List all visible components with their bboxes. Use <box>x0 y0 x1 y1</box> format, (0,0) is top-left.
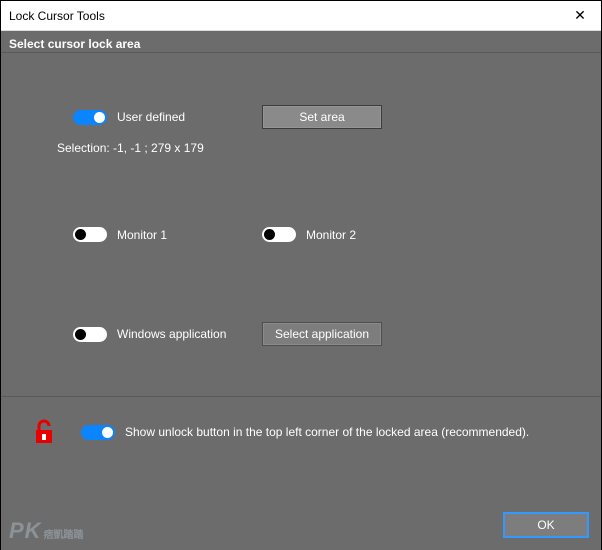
titlebar: Lock Cursor Tools ✕ <box>1 1 601 31</box>
row-show-unlock: Show unlock button in the top left corne… <box>33 419 601 445</box>
row-windows-app: Windows application Select application <box>73 322 575 346</box>
toggle-windows-app[interactable] <box>73 327 107 342</box>
set-area-button[interactable]: Set area <box>262 105 382 129</box>
toggle-knob <box>75 229 86 240</box>
toggle-monitor-2[interactable] <box>262 227 296 242</box>
toggle-knob <box>94 112 105 123</box>
toggle-user-defined[interactable] <box>73 110 107 125</box>
close-button[interactable]: ✕ <box>559 1 601 31</box>
toggle-monitor-1[interactable] <box>73 227 107 242</box>
label-monitor-1: Monitor 1 <box>117 228 212 242</box>
window-title: Lock Cursor Tools <box>9 9 105 23</box>
unlock-icon <box>33 419 55 445</box>
label-user-defined: User defined <box>117 110 212 124</box>
select-application-button[interactable]: Select application <box>262 322 382 346</box>
toggle-knob <box>75 329 86 340</box>
toggle-knob <box>264 229 275 240</box>
footer-buttons: OK <box>503 512 589 538</box>
watermark: PK痞凱踏踏 <box>9 518 84 544</box>
row-monitors: Monitor 1 Monitor 2 <box>73 227 575 242</box>
row-user-defined: User defined Set area <box>73 105 575 129</box>
label-monitor-2: Monitor 2 <box>306 228 356 242</box>
divider <box>1 396 601 397</box>
selection-text: Selection: -1, -1 ; 279 x 179 <box>57 141 575 155</box>
toggle-knob <box>102 427 113 438</box>
dialog-body: Select cursor lock area User defined Set… <box>1 31 601 550</box>
toggle-show-unlock[interactable] <box>81 425 115 440</box>
label-windows-app: Windows application <box>117 327 252 341</box>
section-header: Select cursor lock area <box>1 31 601 53</box>
close-icon: ✕ <box>574 7 586 24</box>
ok-button[interactable]: OK <box>503 512 589 538</box>
label-show-unlock: Show unlock button in the top left corne… <box>125 425 529 439</box>
